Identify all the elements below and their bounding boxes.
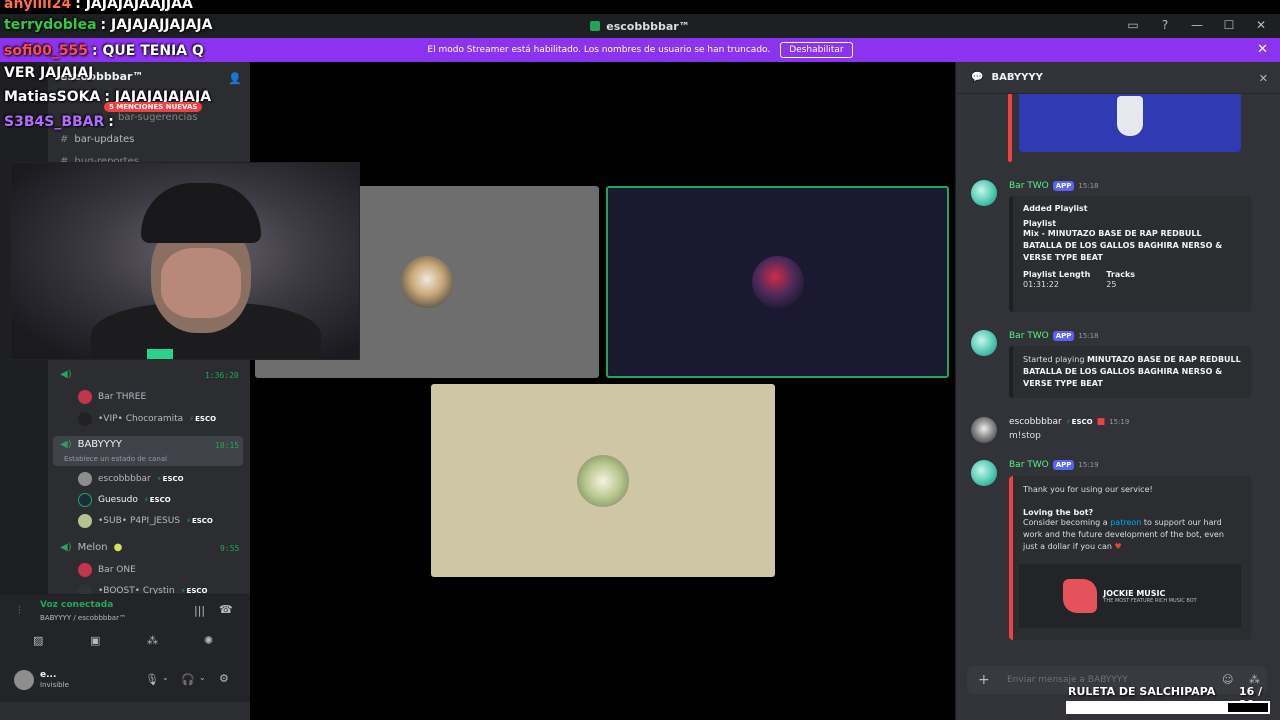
ruleta-title: RULETA DE SALCHIPAPA (1068, 685, 1216, 698)
channel-status[interactable]: Establece un estado de canal (64, 455, 167, 463)
voice-location[interactable]: BABYYYY / escobbbbar™ (40, 614, 126, 622)
minimize-icon[interactable]: — (1190, 18, 1204, 32)
soundboard-icon[interactable]: ✺ (204, 634, 213, 647)
speaker-icon: ◀) (60, 369, 72, 380)
streamer-webcam (10, 162, 360, 360)
voice-status[interactable]: Voz conectada (40, 600, 113, 610)
bot-avatar[interactable] (971, 460, 997, 486)
channel-bar-sugerencias[interactable]: bar-sugerencias (118, 112, 198, 123)
plus-icon[interactable]: + (978, 672, 990, 688)
voice-channel-name[interactable]: ◀) BABYYYY (60, 439, 122, 450)
help-icon[interactable]: ? (1158, 18, 1172, 32)
overlay-chat-line: terrydoblea: JAJAJAJJAJAJA (4, 17, 213, 33)
playlist-embed: Added Playlist Playlist Mix - MINUTAZO B… (1009, 196, 1251, 312)
patreon-link[interactable]: patreon (1110, 518, 1141, 527)
video-tile[interactable] (431, 384, 775, 577)
close-window-icon[interactable]: ✕ (1254, 18, 1268, 32)
inbox-icon[interactable]: ▭ (1126, 18, 1140, 32)
message-header: Bar TWO APP 15:18 (1009, 181, 1099, 191)
message-header: escobbbbar ESCO ■ 15:19 (1009, 417, 1129, 427)
close-chat-icon[interactable]: ✕ (1259, 72, 1268, 85)
avatar (78, 390, 92, 404)
add-user-icon[interactable]: 👤 (228, 72, 242, 85)
headphones-icon[interactable]: 🎧 (181, 673, 195, 686)
overlay-chat-line: anyiiii24: JAJAJAJAAJJAA (4, 0, 193, 12)
mic-icon[interactable]: 🎙 (145, 673, 159, 686)
chevron-down-icon[interactable]: ⌄ (162, 673, 169, 682)
hash-icon: # (60, 134, 69, 145)
bot-avatar[interactable] (971, 180, 997, 206)
activities-icon[interactable]: ⁂ (147, 634, 158, 647)
live-icon: ■ (1096, 417, 1106, 427)
embed-image[interactable] (1019, 94, 1241, 152)
jockie-logo (1063, 579, 1098, 613)
now-playing-embed: Started playing MINUTAZO BASE DE RAP RED… (1009, 346, 1251, 398)
voice-member[interactable]: Bar THREE (78, 390, 146, 404)
avatar (78, 514, 92, 528)
voice-member[interactable]: •VIP• ChocoramitaESCO (78, 412, 216, 426)
speaker-icon: ◀) (60, 439, 72, 450)
heart-icon: ♥ (1114, 542, 1122, 551)
avatar (78, 472, 92, 486)
voice-member[interactable]: •SUB• P4PI_JESUSESCO (78, 514, 213, 528)
gear-icon[interactable]: ⚙ (219, 672, 229, 685)
speaker-icon: ◀) (60, 542, 72, 553)
channel-bar-updates[interactable]: # bar-updates (60, 134, 134, 145)
bot-avatar[interactable] (971, 330, 997, 356)
username[interactable]: e... (40, 670, 56, 680)
close-icon[interactable]: ✕ (1257, 42, 1268, 57)
server-icon (590, 21, 601, 31)
melon-icon: ● (113, 542, 123, 553)
voice-member[interactable]: escobbbbarESCO (78, 472, 184, 486)
user-panel (0, 662, 250, 702)
chat-bubble-icon: 💬 (971, 72, 984, 83)
voice-connected-panel (0, 594, 250, 662)
video-tile-speaking[interactable] (606, 186, 949, 378)
voice-channel-melon[interactable]: ◀) Melon ● (60, 542, 122, 553)
voice-member[interactable]: GuesudoESCO (78, 493, 171, 507)
avatar (751, 256, 804, 308)
jockie-banner[interactable]: JOCKIE MUSIC THE MOST FEATURE RICH MUSIC … (1019, 564, 1241, 628)
embed-accent (1008, 94, 1012, 162)
avatar[interactable] (14, 670, 34, 690)
noise-suppression-icon[interactable]: ||| (194, 604, 205, 617)
avatar (78, 493, 92, 507)
server-list (0, 62, 48, 662)
window-title: escobbbbar™ (590, 20, 690, 33)
camera-off-icon[interactable]: ▨ (33, 634, 43, 647)
disable-streamer-button[interactable]: Deshabilitar (780, 42, 853, 58)
dog-avatar (401, 256, 453, 308)
voice-timer: 1:36:20 (205, 371, 239, 380)
avatar (78, 412, 92, 426)
signal-icon[interactable]: ⫶ (18, 604, 21, 618)
overlay-chat-line: S3B4S_BBAR: (4, 114, 114, 130)
message-header: Bar TWO APP 15:19 (1009, 460, 1099, 470)
banner-text: El modo Streamer está habilitado. Los no… (427, 45, 771, 55)
maximize-icon[interactable]: ☐ (1222, 18, 1236, 32)
voice-timer: 9:55 (220, 544, 240, 553)
message-text: m!stop (1009, 431, 1041, 441)
voice-timer: 18:15 (215, 441, 240, 450)
voice-member[interactable]: Bar ONE (78, 563, 136, 577)
ruleta-progress-fill (1068, 703, 1228, 712)
avatar (577, 454, 629, 507)
chat-header: 💬 BABYYYY (955, 62, 1280, 94)
mention-badge[interactable]: 5 MENCIONES NUEVAS (104, 102, 203, 112)
avatar (78, 563, 92, 577)
screen-share-icon[interactable]: ▣ (90, 634, 100, 647)
disconnect-icon[interactable]: ☎ (219, 603, 233, 616)
user-avatar[interactable] (971, 417, 997, 443)
discord-window: anyiiii24: JAJAJAJAAJJAA terrydoblea: JA… (0, 0, 1280, 720)
overlay-chat-line: VER JAJAJAJ (4, 65, 94, 81)
user-status: Invisible (40, 681, 69, 689)
overlay-chat-line: sofi00_555: QUE TENIA Q (4, 43, 204, 59)
message-header: Bar TWO APP 15:18 (1009, 331, 1099, 341)
chevron-down-icon[interactable]: ⌄ (199, 673, 206, 682)
ruleta-progress-bar (1066, 701, 1270, 714)
emoji-icon[interactable]: ☺ (1222, 673, 1233, 686)
